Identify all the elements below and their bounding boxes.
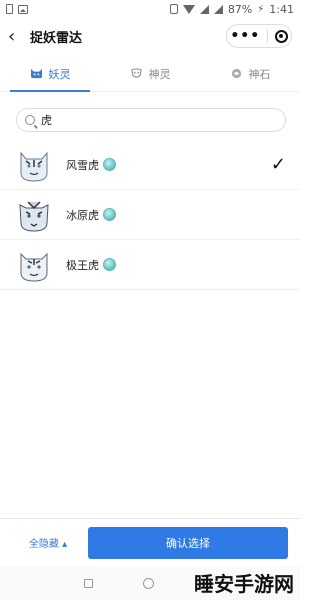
- vibrate-icon: [169, 4, 178, 14]
- stone-icon: [231, 68, 241, 79]
- bottom-action-bar: 全隐藏 ▴ 确认选择: [0, 518, 300, 566]
- tab-label: 神灵: [148, 67, 171, 81]
- category-tabs: 妖灵 神灵 神石: [0, 56, 300, 92]
- tiger-avatar-icon: [20, 252, 48, 282]
- item-name: 风雪虎: [66, 158, 99, 172]
- tab-shenshi[interactable]: 神石: [200, 56, 300, 91]
- item-name: 冰原虎: [66, 208, 99, 222]
- signal-icon: [199, 4, 209, 14]
- clock-text: 1:41: [269, 2, 294, 16]
- close-target-icon[interactable]: [274, 29, 288, 43]
- search-input[interactable]: 虎: [16, 108, 286, 132]
- item-name: 极王虎: [66, 258, 99, 272]
- tiger-avatar-icon: [20, 151, 48, 182]
- tab-label: 妖灵: [48, 67, 71, 81]
- checkmark-icon: ✓: [270, 154, 286, 175]
- nav-bar: ‹ 捉妖雷达 •••: [0, 18, 300, 54]
- confirm-selection-button[interactable]: 确认选择: [88, 526, 288, 559]
- gem-icon: [103, 208, 116, 221]
- search-value: 虎: [41, 114, 52, 127]
- search-icon: [25, 115, 35, 125]
- list-item[interactable]: 冰原虎: [0, 190, 300, 240]
- image-icon: [18, 4, 28, 14]
- list-item[interactable]: 极王虎: [0, 240, 300, 290]
- status-bar: 87% ⚡ 1:41: [0, 0, 300, 18]
- tiger-avatar-icon: [19, 200, 49, 232]
- list-item[interactable]: 风雪虎 ✓: [0, 140, 300, 190]
- battery-charging-icon: ⚡: [257, 3, 265, 15]
- cat-face-icon: [30, 68, 42, 79]
- back-arrow-icon[interactable]: ‹: [8, 26, 26, 47]
- gem-icon: [103, 258, 116, 271]
- tab-yaoling[interactable]: 妖灵: [0, 56, 100, 92]
- page-title: 捉妖雷达: [30, 30, 83, 46]
- wifi-icon: [182, 4, 195, 14]
- more-icon[interactable]: •••: [230, 28, 260, 44]
- home-icon[interactable]: [143, 577, 154, 589]
- mini-program-capsule: •••: [226, 24, 292, 48]
- recent-apps-icon[interactable]: [84, 578, 93, 588]
- watermark: 睡安手游网: [194, 572, 294, 596]
- hide-all-button[interactable]: 全隐藏 ▴: [12, 535, 84, 550]
- tab-label: 神石: [248, 67, 271, 81]
- signal-icon-2: [213, 4, 223, 14]
- tab-shenling[interactable]: 神灵: [100, 56, 200, 91]
- phone-icon: [6, 4, 13, 14]
- capsule-divider: [266, 29, 268, 43]
- gem-icon: [103, 158, 116, 171]
- battery-text: 87%: [227, 2, 253, 16]
- result-list: 风雪虎 ✓ 冰原虎 极王虎: [0, 140, 300, 290]
- mask-icon: [130, 68, 142, 78]
